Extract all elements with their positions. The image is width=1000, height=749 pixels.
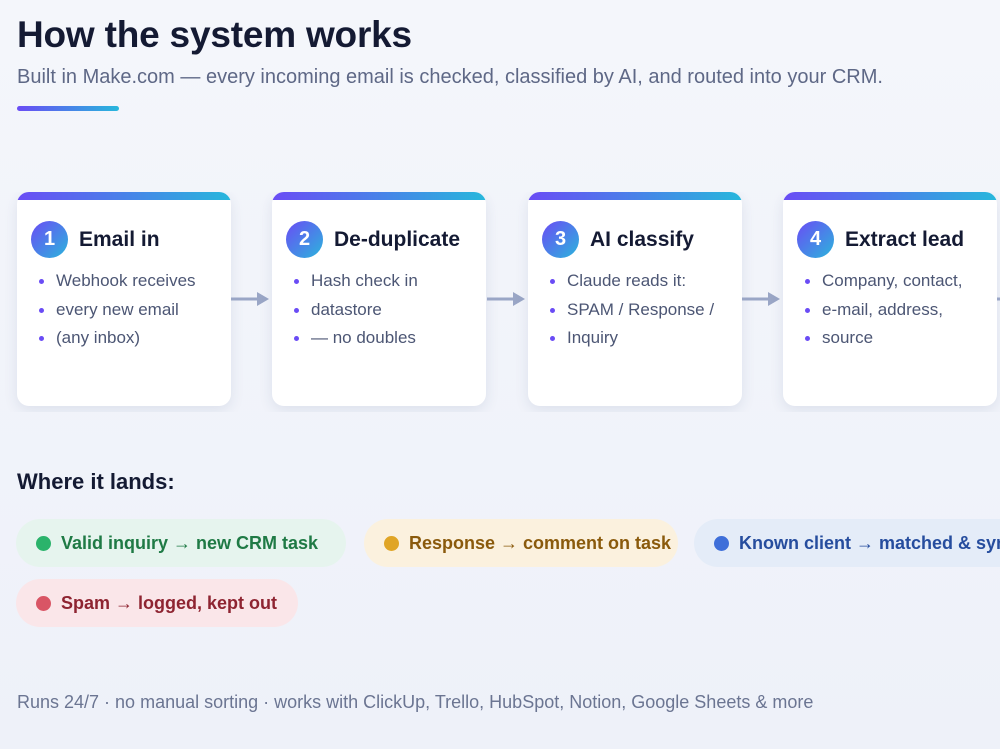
arrow-right-icon	[231, 292, 269, 306]
step-title: AI classify	[590, 227, 694, 251]
step-bullet: Webhook receives	[39, 267, 196, 296]
card-accent-bar	[17, 192, 231, 200]
step-bullet-list: Company, contact, e-mail, address, sourc…	[805, 267, 962, 353]
step-bullet-list: Hash check in datastore — no doubles	[294, 267, 418, 353]
step-bullet: Hash check in	[294, 267, 418, 296]
arrow-right-icon	[742, 292, 780, 306]
arrow-right-icon	[487, 292, 525, 306]
step-title: De-duplicate	[334, 227, 461, 251]
card-header: 3 AI classify	[542, 221, 694, 258]
card-header: 4 Extract lead	[797, 221, 964, 258]
card-accent-bar	[272, 192, 486, 200]
outcome-pill-valid-inquiry: Valid inquiry → new CRM task	[16, 519, 346, 567]
page-subtitle: Built in Make.com — every incoming email…	[17, 66, 883, 88]
step-bullet: Claude reads it:	[550, 267, 714, 296]
step-number-badge: 2	[286, 221, 323, 258]
status-dot	[36, 595, 51, 611]
status-dot	[36, 535, 51, 551]
outcome-pill-spam: Spam → logged, kept out	[16, 579, 298, 627]
step-bullet: Inquiry	[550, 324, 714, 353]
step-number-badge: 1	[31, 221, 68, 258]
status-dot	[714, 535, 729, 551]
outcome-label: Response → comment on task	[409, 532, 672, 553]
step-number-badge: 3	[542, 221, 579, 258]
card-accent-bar	[528, 192, 742, 200]
step-bullet: e-mail, address,	[805, 296, 962, 325]
card-header: 2 De-duplicate	[286, 221, 460, 258]
pipeline-steps: 1 Email in Webhook receives every new em…	[0, 192, 1000, 412]
outcome-pill-known-client: Known client → matched & synced	[694, 519, 1000, 567]
title-accent-bar	[17, 106, 119, 111]
card-header: 1 Email in	[31, 221, 160, 258]
step-number-badge: 4	[797, 221, 834, 258]
step-bullet-list: Claude reads it: SPAM / Response / Inqui…	[550, 267, 714, 353]
step-card-extract-lead: 4 Extract lead Company, contact, e-mail,…	[783, 192, 997, 406]
step-bullet: SPAM / Response /	[550, 296, 714, 325]
step-bullet-list: Webhook receives every new email (any in…	[39, 267, 196, 353]
step-title: Email in	[79, 227, 160, 251]
step-bullet: — no doubles	[294, 324, 418, 353]
page-title: How the system works	[17, 14, 412, 55]
outcomes-heading: Where it lands:	[17, 469, 175, 494]
step-bullet: (any inbox)	[39, 324, 196, 353]
step-card-ai-classify: 3 AI classify Claude reads it: SPAM / Re…	[528, 192, 742, 406]
step-card-email-in: 1 Email in Webhook receives every new em…	[17, 192, 231, 406]
footer-note: Runs 24/7 · no manual sorting · works wi…	[17, 692, 814, 712]
outcome-label: Spam → logged, kept out	[61, 592, 278, 613]
outcome-label: Known client → matched & synced	[739, 532, 1000, 553]
step-bullet: Company, contact,	[805, 267, 962, 296]
outcome-pill-response: Response → comment on task	[364, 519, 678, 567]
step-bullet: every new email	[39, 296, 196, 325]
step-card-de-duplicate: 2 De-duplicate Hash check in datastore —…	[272, 192, 486, 406]
outcome-label: Valid inquiry → new CRM task	[61, 532, 319, 553]
step-title: Extract lead	[845, 227, 965, 251]
card-accent-bar	[783, 192, 997, 200]
step-bullet: datastore	[294, 296, 418, 325]
step-bullet: source	[805, 324, 962, 353]
status-dot	[384, 535, 399, 551]
